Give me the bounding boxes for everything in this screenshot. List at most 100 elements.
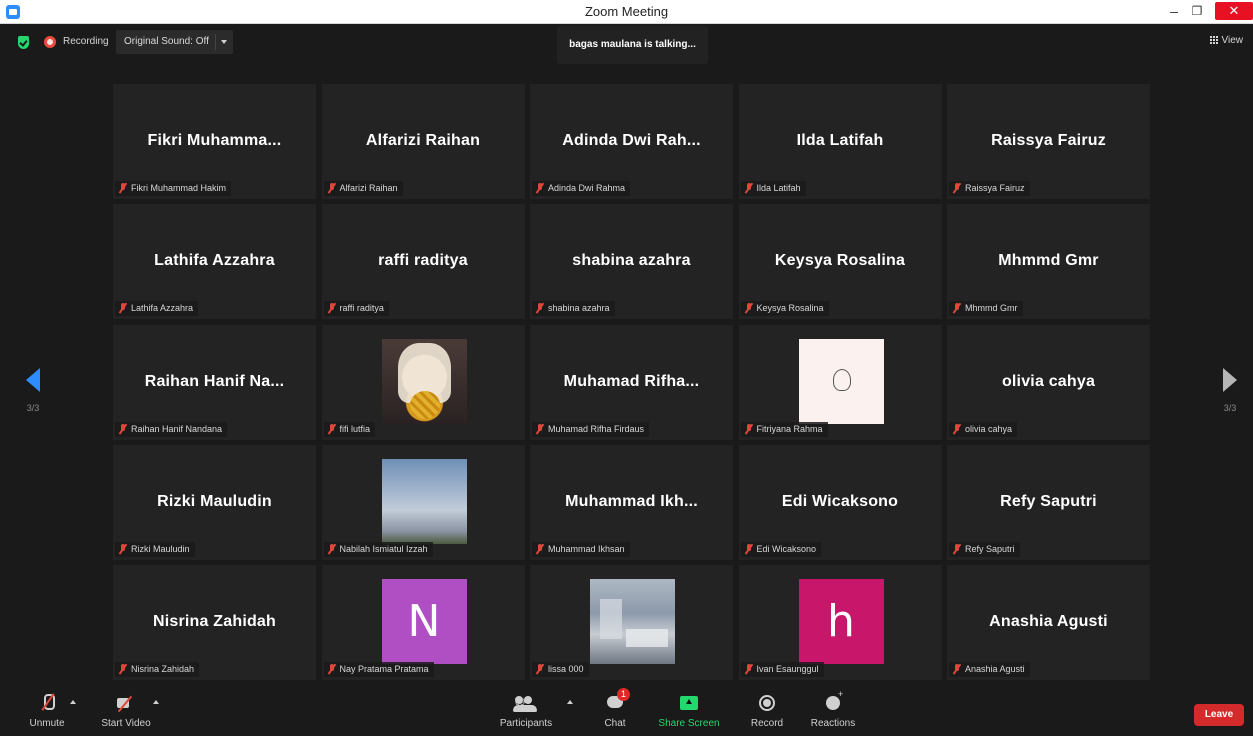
participant-tile[interactable]: Raihan Hanif Na... Raihan Hanif Nandana	[113, 324, 316, 440]
next-page-button[interactable]: 3/3	[1210, 368, 1250, 418]
participant-display-name: Muhammad Ikh...	[565, 492, 698, 510]
mic-muted-icon	[328, 183, 336, 194]
participant-tile[interactable]: Alfarizi Raihan Alfarizi Raihan	[321, 84, 525, 199]
mic-muted-icon	[536, 303, 544, 314]
participant-tile[interactable]: Rizki Mauludin Rizki Mauludin	[113, 444, 316, 560]
participant-name-label: Mhmmd Gmr	[965, 303, 1018, 314]
start-video-label: Start Video	[101, 718, 151, 729]
original-sound-label: Original Sound: Off	[124, 36, 209, 47]
participant-name-tag: fifi lutfia	[323, 421, 376, 437]
participant-name-tag: lissa 000	[532, 662, 589, 677]
participant-tile[interactable]: raffi raditya raffi raditya	[321, 204, 525, 320]
participant-tile[interactable]: Adinda Dwi Rah... Adinda Dwi Rahma	[530, 84, 733, 199]
security-shield-icon[interactable]	[18, 36, 29, 49]
participant-name-tag: Lathifa Azzahra	[115, 301, 199, 317]
mic-off-icon	[40, 692, 55, 714]
participant-tile[interactable]: h Ivan Esaunggul	[738, 565, 942, 680]
participant-avatar-letter: h	[798, 579, 884, 664]
participant-tile[interactable]: Refy Saputri Refy Saputri	[947, 444, 1150, 560]
mic-muted-icon	[953, 423, 961, 435]
view-button[interactable]: View	[1209, 35, 1244, 46]
start-video-button[interactable]: Start Video	[96, 692, 156, 729]
participant-name-tag: Raihan Hanif Nandana	[115, 421, 228, 437]
audio-options-caret-up-icon[interactable]	[70, 700, 76, 704]
participant-video-thumbnail	[381, 338, 467, 424]
participant-display-name: raffi raditya	[378, 252, 468, 270]
mic-muted-icon	[119, 303, 127, 314]
participant-tile[interactable]: shabina azahra shabina azahra	[530, 204, 733, 320]
participant-name-tag: Fitriyana Rahma	[740, 421, 828, 437]
share-screen-button[interactable]: Share Screen	[658, 692, 720, 729]
active-speaker-banner: bagas maulana is talking...	[557, 26, 708, 64]
participants-label: Participants	[499, 718, 553, 729]
participant-tile[interactable]: Muhamad Rifha... Muhamad Rifha Firdaus	[530, 324, 733, 440]
video-options-caret-up-icon[interactable]	[153, 700, 159, 704]
view-label: View	[1221, 35, 1244, 46]
original-sound-button[interactable]: Original Sound: Off	[116, 30, 233, 54]
sketch-avatar-icon	[832, 368, 851, 391]
participant-video-thumbnail	[798, 338, 884, 424]
participant-tile[interactable]: Edi Wicaksono Edi Wicaksono	[738, 444, 942, 560]
participant-name-label: Adinda Dwi Rahma	[548, 183, 626, 193]
participant-tile[interactable]: Ilda Latifah Ilda Latifah	[738, 84, 942, 199]
leave-button[interactable]: Leave	[1194, 704, 1244, 726]
participant-name-tag: Fikri Muhammad Hakim	[115, 181, 232, 196]
participants-caret-up-icon[interactable]	[567, 700, 573, 704]
participant-name-tag: shabina azahra	[532, 301, 615, 317]
participant-tile[interactable]: Fitriyana Rahma	[738, 324, 942, 440]
participant-name-tag: Nabilah Ismiatul Izzah	[323, 541, 433, 557]
participant-tile[interactable]: Nabilah Ismiatul Izzah	[321, 444, 525, 560]
unmute-label: Unmute	[29, 718, 65, 729]
participant-tile[interactable]: Nisrina Zahidah Nisrina Zahidah	[113, 565, 316, 680]
zoom-window: Zoom Meeting – ❐ ✕ Recording Original So…	[0, 0, 1253, 736]
participant-tile[interactable]: lissa 000	[530, 565, 733, 680]
participant-name-tag: Muhammad Ikhsan	[532, 541, 630, 557]
page-count-left: 3/3	[26, 403, 40, 413]
participant-display-name: Raihan Hanif Na...	[144, 372, 285, 390]
reactions-button[interactable]: Reactions	[808, 689, 858, 729]
recording-icon[interactable]	[44, 36, 56, 48]
mic-muted-icon	[953, 543, 961, 555]
restore-button[interactable]: ❐	[1183, 0, 1211, 24]
participant-name-label: Raissya Fairuz	[965, 183, 1025, 193]
participant-display-name: olivia cahya	[1001, 372, 1096, 390]
record-button[interactable]: Record	[747, 692, 787, 729]
participant-tile[interactable]: Lathifa Azzahra Lathifa Azzahra	[113, 204, 316, 320]
participant-tile[interactable]: Raissya Fairuz Raissya Fairuz	[947, 84, 1150, 199]
participant-name-tag: Edi Wicaksono	[740, 541, 822, 557]
participant-tile[interactable]: Mhmmd Gmr Mhmmd Gmr	[947, 204, 1150, 320]
record-label: Record	[750, 718, 784, 729]
participant-name-tag: Ivan Esaunggul	[740, 662, 824, 677]
participant-name-label: shabina azahra	[548, 303, 610, 314]
participant-display-name: Anashia Agusti	[989, 613, 1108, 630]
participant-display-name: Edi Wicaksono	[781, 492, 899, 510]
participant-tile[interactable]: Anashia Agusti Anashia Agusti	[947, 565, 1150, 680]
participant-tile[interactable]: N Nay Pratama Pratama	[321, 565, 525, 680]
participant-name-tag: Nisrina Zahidah	[115, 662, 200, 677]
participant-tile[interactable]: Muhammad Ikh... Muhammad Ikhsan	[530, 444, 733, 560]
close-button[interactable]: ✕	[1215, 2, 1253, 20]
participant-name-label: Muhammad Ikhsan	[548, 543, 625, 554]
mic-muted-icon	[328, 303, 336, 314]
window-title: Zoom Meeting	[584, 4, 669, 19]
participants-button[interactable]: Participants	[496, 692, 556, 729]
participant-display-name: Alfarizi Raihan	[365, 132, 481, 149]
participant-name-label: Nabilah Ismiatul Izzah	[339, 543, 428, 554]
chevron-down-icon[interactable]	[220, 40, 227, 44]
participant-tile[interactable]: Fikri Muhamma... Fikri Muhammad Hakim	[113, 84, 316, 199]
participant-name-tag: Adinda Dwi Rahma	[532, 181, 631, 196]
participant-name-tag: Ilda Latifah	[740, 181, 806, 196]
mic-muted-icon	[328, 664, 336, 675]
mic-muted-icon	[328, 543, 336, 555]
participant-name-label: Rizki Mauludin	[131, 543, 190, 554]
participant-tile[interactable]: olivia cahya olivia cahya	[947, 324, 1150, 440]
participant-name-tag: Raissya Fairuz	[949, 181, 1030, 196]
participant-tile[interactable]: Keysya Rosalina Keysya Rosalina	[738, 204, 942, 320]
chat-label: Chat	[604, 718, 626, 729]
participant-tile[interactable]: fifi lutfia	[321, 324, 525, 440]
unmute-button[interactable]: Unmute	[22, 692, 72, 729]
mic-muted-icon	[745, 543, 753, 555]
participant-name-label: Lathifa Azzahra	[131, 303, 194, 314]
mic-muted-icon	[745, 664, 753, 675]
previous-page-button[interactable]: 3/3	[13, 368, 53, 418]
